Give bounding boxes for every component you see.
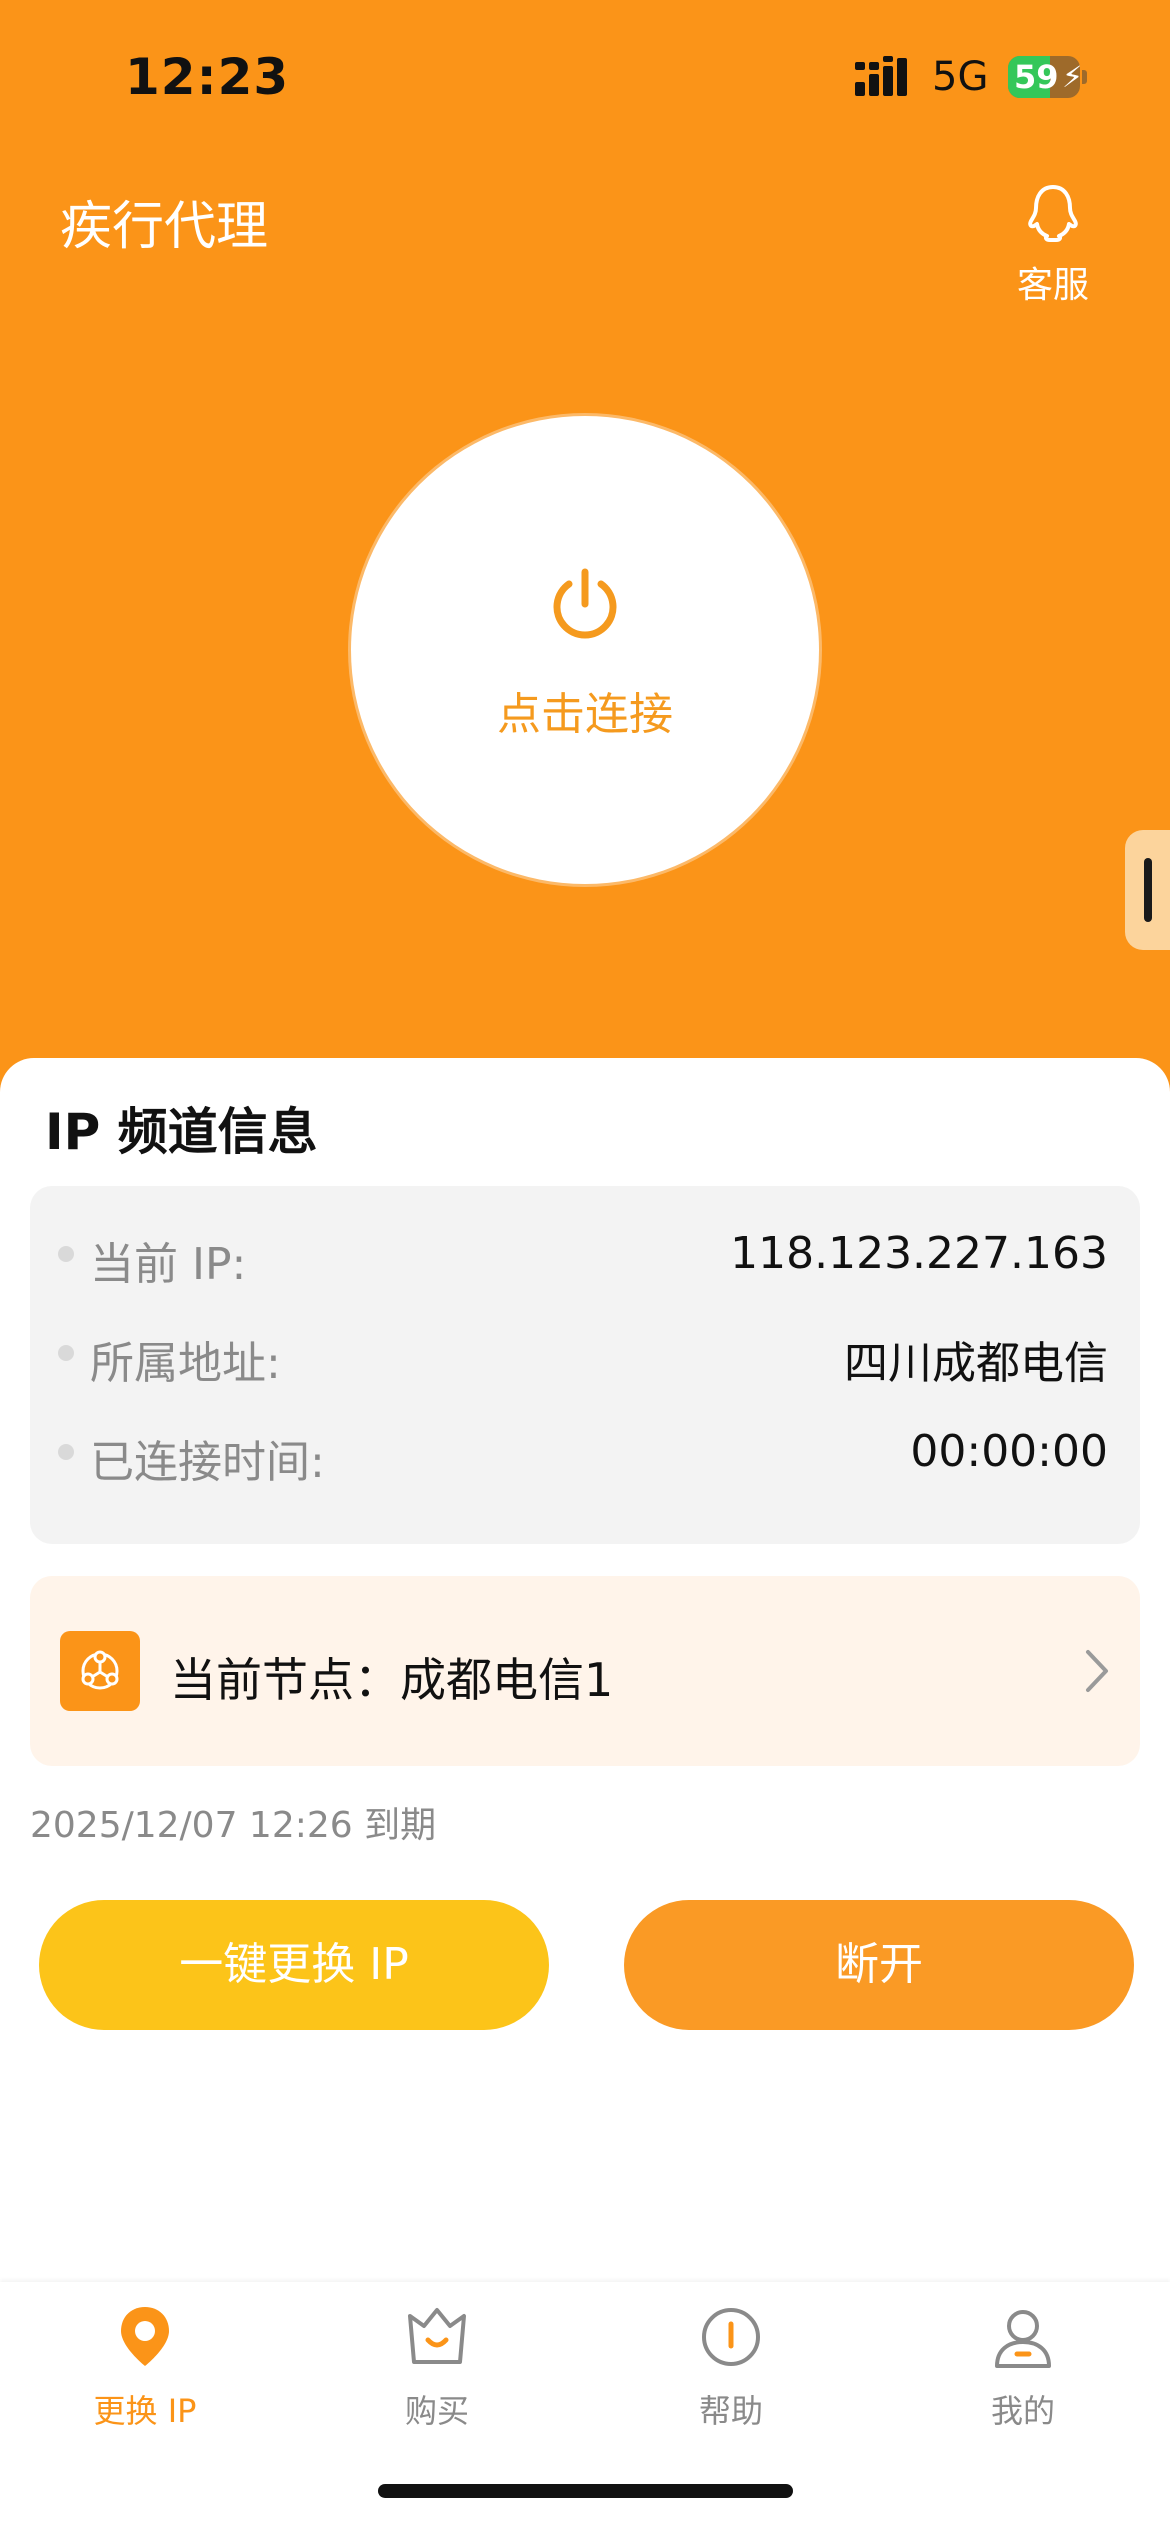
- info-sheet: IP 频道信息 当前 IP: 118.123.227.163 所属地址: 四川成…: [0, 1058, 1170, 2478]
- tab-label: 更换 IP: [93, 2392, 197, 2430]
- network-type: 5G: [932, 54, 989, 100]
- disconnect-button[interactable]: 断开: [624, 1900, 1134, 2030]
- info-icon: [702, 2308, 760, 2366]
- info-row-current-ip: 当前 IP: 118.123.227.163: [30, 1216, 1140, 1290]
- node-network-icon: [60, 1631, 140, 1711]
- info-value: 四川成都电信: [844, 1338, 1108, 1389]
- tab-label: 购买: [404, 2392, 469, 2430]
- tab-label: 帮助: [698, 2392, 763, 2430]
- info-value: 118.123.227.163: [730, 1228, 1108, 1279]
- side-drawer-handle[interactable]: [1125, 830, 1170, 950]
- info-row-location: 所属地址: 四川成都电信: [30, 1315, 1140, 1389]
- tab-label: 我的: [990, 2392, 1055, 2430]
- tab-help[interactable]: 帮助: [631, 2302, 831, 2452]
- current-node-selector[interactable]: 当前节点：成都电信1: [30, 1576, 1140, 1766]
- section-title: IP 频道信息: [45, 1103, 318, 1161]
- current-node-label: 当前节点：成都电信1: [170, 1653, 614, 1707]
- bullet-dot-icon: [58, 1345, 74, 1361]
- battery-icon: 59 ⚡: [1008, 56, 1087, 98]
- chevron-right-icon: [1086, 1650, 1108, 1692]
- connect-button[interactable]: 点击连接: [351, 416, 819, 884]
- info-row-connected-time: 已连接时间: 00:00:00: [30, 1414, 1140, 1488]
- status-bar: 12:23 5G 59 ⚡: [0, 0, 1170, 150]
- battery-percent: 59: [1014, 58, 1059, 96]
- hero-header: 12:23 5G 59 ⚡ 疾行代理 客服 点击连接: [0, 0, 1170, 1120]
- tab-profile[interactable]: 我的: [923, 2302, 1123, 2452]
- qq-penguin-icon: [1028, 185, 1078, 242]
- status-time: 12:23: [125, 48, 290, 106]
- handle-grip-icon: [1144, 858, 1152, 922]
- home-indicator: [378, 2484, 793, 2498]
- expiry-date: 2025/12/07 12:26 到期: [30, 1805, 437, 1846]
- customer-service-label: 客服: [1016, 265, 1089, 306]
- customer-service-button[interactable]: 客服: [1005, 182, 1101, 306]
- app-title: 疾行代理: [60, 197, 269, 257]
- connect-label: 点击连接: [497, 689, 673, 740]
- location-pin-icon: [121, 2307, 169, 2366]
- tab-buy[interactable]: 购买: [337, 2302, 537, 2452]
- info-label: 当前 IP:: [90, 1239, 247, 1290]
- info-label: 已连接时间:: [90, 1437, 325, 1488]
- ip-info-card: 当前 IP: 118.123.227.163 所属地址: 四川成都电信 已连接时…: [30, 1186, 1140, 1544]
- info-value: 00:00:00: [910, 1426, 1108, 1477]
- change-ip-button[interactable]: 一键更换 IP: [39, 1900, 549, 2030]
- cellular-signal-icon: [855, 56, 907, 96]
- info-label: 所属地址:: [90, 1338, 281, 1389]
- bullet-dot-icon: [58, 1246, 74, 1262]
- power-icon: [553, 568, 617, 639]
- shop-basket-icon: [408, 2308, 466, 2364]
- bullet-dot-icon: [58, 1444, 74, 1460]
- tab-change-ip[interactable]: 更换 IP: [45, 2302, 245, 2452]
- charging-bolt-icon: ⚡: [1062, 60, 1080, 95]
- user-icon: [995, 2310, 1051, 2368]
